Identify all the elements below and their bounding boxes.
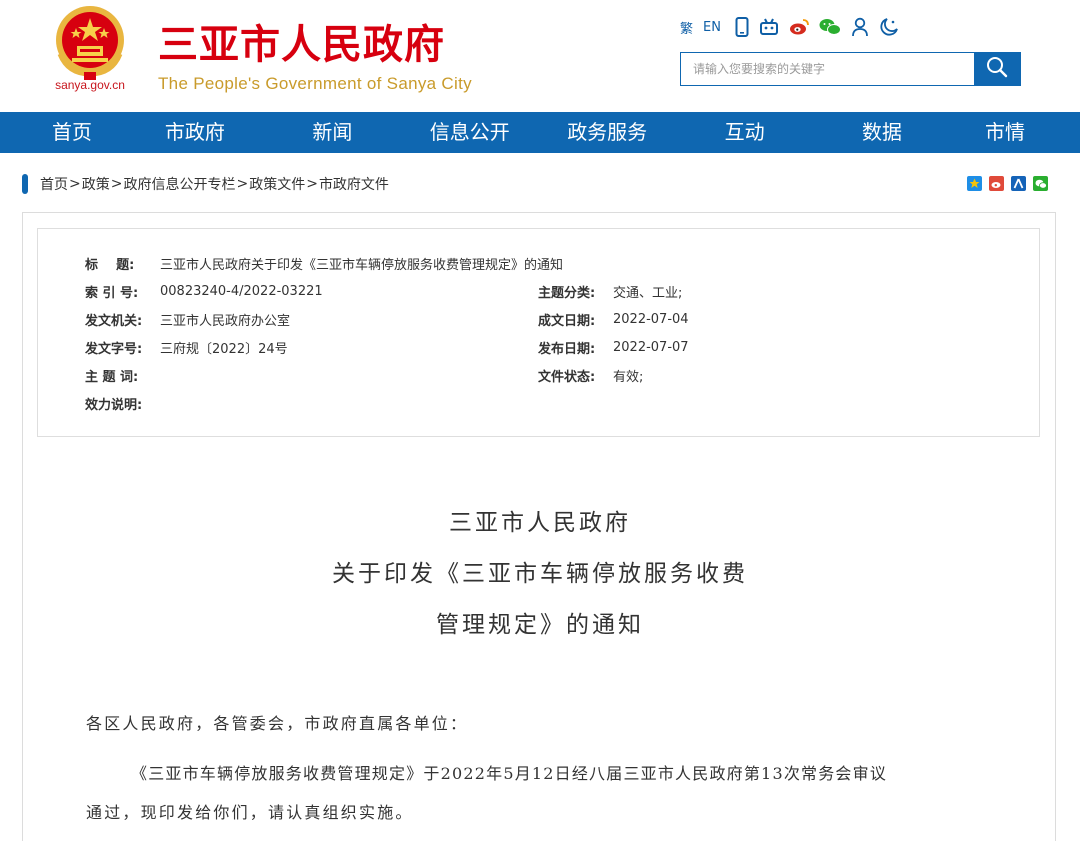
- breadcrumb-city-docs[interactable]: 市政府文件: [319, 174, 389, 194]
- meta-title-value: 三亚市人民政府关于印发《三亚市车辆停放服务收费管理规定》的通知: [160, 257, 564, 273]
- weibo-share-icon[interactable]: [989, 176, 1004, 191]
- nav-item-data[interactable]: 数据: [818, 112, 947, 153]
- meta-status-label: 文件状态:: [538, 369, 596, 385]
- english-link[interactable]: EN: [703, 16, 721, 38]
- nav-item-services[interactable]: 政务服务: [543, 112, 672, 153]
- document-metadata: 标 题: 三亚市人民政府关于印发《三亚市车辆停放服务收费管理规定》的通知 索 引…: [37, 228, 1040, 437]
- meta-validity-row: 效力说明:: [85, 393, 160, 413]
- meta-published-label: 发布日期:: [538, 341, 596, 357]
- site-title-cn[interactable]: 三亚市人民政府: [158, 12, 445, 70]
- meta-issuer-row: 发文机关: 三亚市人民政府办公室: [85, 309, 290, 329]
- mobile-icon[interactable]: [735, 16, 749, 38]
- site-header: sanya.gov.cn 三亚市人民政府 The People's Govern…: [0, 0, 1080, 112]
- search-box: [680, 52, 1021, 86]
- breadcrumb-marker: [22, 174, 28, 194]
- meta-created-value: 2022-07-04: [613, 311, 689, 327]
- weibo-icon[interactable]: [789, 16, 809, 38]
- meta-topic-value: 交通、工业;: [613, 285, 683, 301]
- document-title-line-2: 关于印发《三亚市车辆停放服务收费: [332, 561, 748, 587]
- robot-icon[interactable]: [759, 16, 779, 38]
- meta-keywords-label: 主 题 词:: [85, 369, 139, 385]
- document-title-line-1: 三亚市人民政府: [449, 510, 631, 536]
- qzone-share-icon[interactable]: [967, 176, 982, 191]
- breadcrumb-sep: >: [236, 176, 249, 192]
- main-nav: 首页 市政府 新闻 信息公开 政务服务 互动 数据 市情: [0, 112, 1080, 153]
- meta-published-row: 发布日期: 2022-07-07: [538, 337, 689, 357]
- breadcrumb: 首页 > 政策 > 政府信息公开专栏 > 政策文件 > 市政府文件: [22, 172, 1058, 194]
- meta-created-label: 成文日期:: [538, 313, 596, 329]
- renren-share-icon[interactable]: [1011, 176, 1026, 191]
- search-input[interactable]: [681, 53, 973, 85]
- traditional-chinese-link[interactable]: 繁: [680, 16, 693, 38]
- meta-title-label: 标 题:: [85, 257, 135, 273]
- search-button[interactable]: [974, 53, 1020, 85]
- meta-docno-row: 发文字号: 三府规〔2022〕24号: [85, 337, 288, 357]
- meta-issuer-value: 三亚市人民政府办公室: [160, 313, 291, 329]
- nav-item-government[interactable]: 市政府: [130, 112, 259, 153]
- nav-item-news[interactable]: 新闻: [268, 112, 397, 153]
- document-title-line-3: 管理规定》的通知: [436, 612, 644, 638]
- breadcrumb-policy-docs[interactable]: 政策文件: [249, 174, 305, 194]
- national-emblem-icon[interactable]: [50, 2, 130, 82]
- meta-issuer-label: 发文机关:: [85, 313, 143, 329]
- meta-published-value: 2022-07-07: [613, 339, 689, 355]
- nav-item-info-disclosure[interactable]: 信息公开: [405, 112, 534, 153]
- breadcrumb-sep: >: [306, 176, 318, 192]
- breadcrumb-policy[interactable]: 政策: [82, 174, 110, 194]
- user-icon[interactable]: [851, 16, 869, 38]
- site-title-en: The People's Government of Sanya City: [158, 74, 472, 93]
- meta-title-row: 标 题: 三亚市人民政府关于印发《三亚市车辆停放服务收费管理规定》的通知: [85, 253, 563, 273]
- breadcrumb-disclosure[interactable]: 政府信息公开专栏: [123, 174, 235, 194]
- share-bar: [960, 176, 1048, 191]
- nav-item-interaction[interactable]: 互动: [680, 112, 809, 153]
- meta-status-row: 文件状态: 有效;: [538, 365, 643, 385]
- header-tools: 繁 EN: [680, 16, 909, 38]
- breadcrumb-sep: >: [69, 176, 81, 192]
- breadcrumb-links: 首页 > 政策 > 政府信息公开专栏 > 政策文件 > 市政府文件: [40, 174, 389, 194]
- meta-docno-value: 三府规〔2022〕24号: [160, 341, 288, 357]
- breadcrumb-sep: >: [110, 176, 123, 192]
- nav-item-city-info[interactable]: 市情: [955, 112, 1055, 153]
- meta-index-row: 索 引 号: 00823240-4/2022-03221: [85, 281, 323, 301]
- meta-topic-row: 主题分类: 交通、工业;: [538, 281, 682, 301]
- meta-index-value: 00823240-4/2022-03221: [160, 283, 323, 299]
- site-domain: sanya.gov.cn: [55, 78, 125, 92]
- elder-mode-icon[interactable]: [879, 16, 899, 38]
- document-salutation: 各区人民政府，各管委会，市政府直属各单位：: [86, 714, 469, 733]
- breadcrumb-home[interactable]: 首页: [40, 174, 68, 194]
- document-paragraph-line-1: 《三亚市车辆停放服务收费管理规定》于2022年5月12日经八届三亚市人民政府第1…: [131, 764, 888, 783]
- wechat-share-icon[interactable]: [1033, 176, 1048, 191]
- meta-topic-label: 主题分类:: [538, 285, 596, 301]
- meta-created-row: 成文日期: 2022-07-04: [538, 309, 689, 329]
- nav-item-home[interactable]: 首页: [22, 112, 122, 153]
- search-icon: [986, 56, 1008, 82]
- meta-docno-label: 发文字号:: [85, 341, 143, 357]
- wechat-icon[interactable]: [819, 16, 841, 38]
- meta-validity-label: 效力说明:: [85, 397, 143, 413]
- document-paragraph-line-2: 通过，现印发给你们，请认真组织实施。: [86, 803, 414, 822]
- meta-status-value: 有效;: [613, 369, 644, 385]
- meta-keywords-row: 主 题 词:: [85, 365, 160, 385]
- meta-index-label: 索 引 号:: [85, 285, 139, 301]
